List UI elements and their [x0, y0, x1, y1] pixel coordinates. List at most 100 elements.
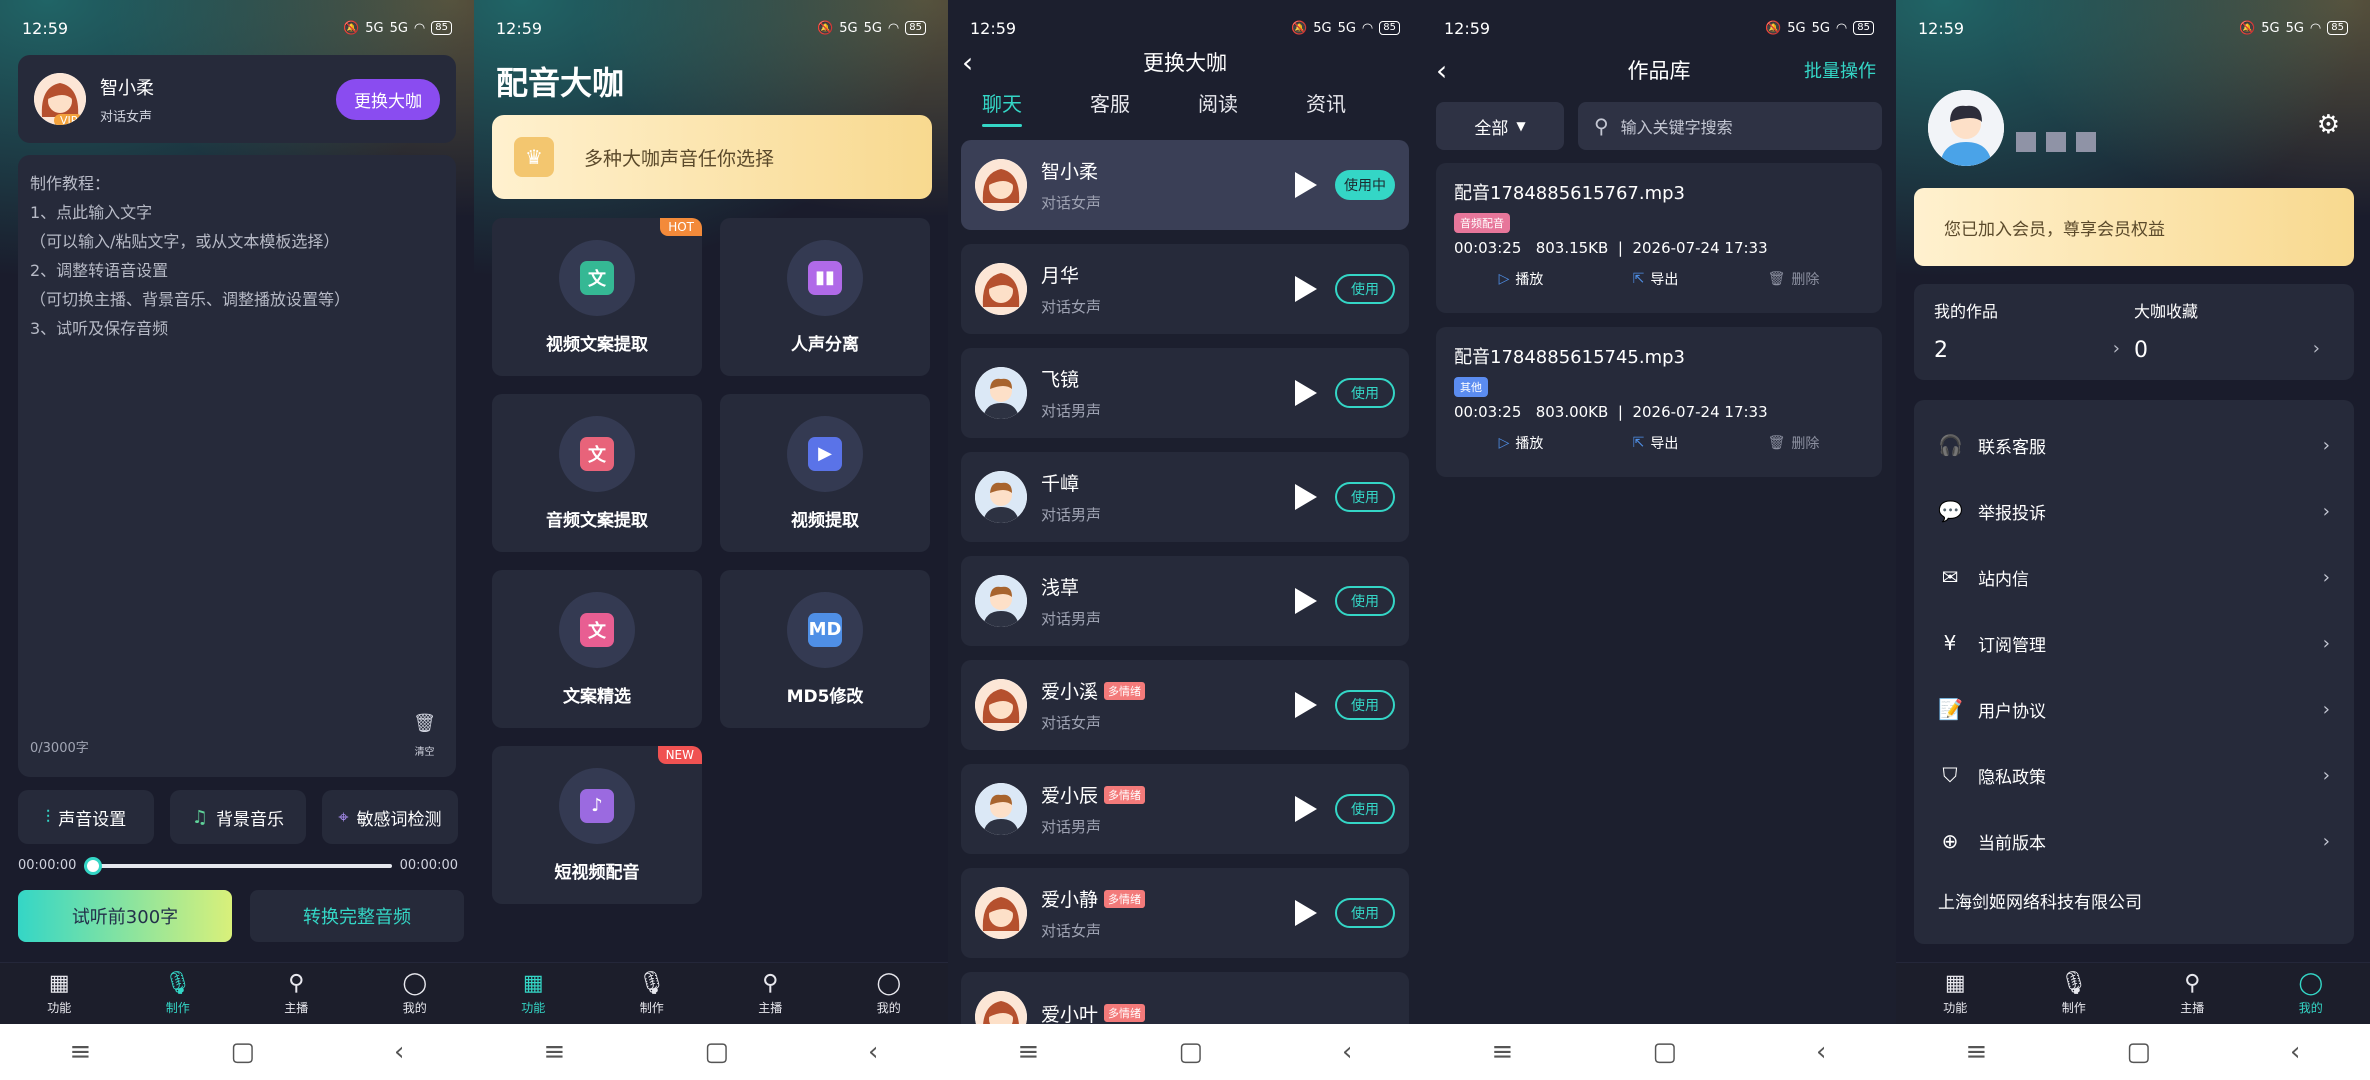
tab-mine[interactable]: ◯ 我的: [375, 971, 455, 1016]
voice-row[interactable]: 飞镜 对话男声 使用: [961, 348, 1409, 438]
tab-mine[interactable]: ◯ 我的: [2271, 971, 2351, 1016]
gear-icon[interactable]: ⚙: [2317, 110, 2340, 140]
home-icon[interactable]: ▢: [2126, 1037, 2151, 1067]
use-button[interactable]: 使用: [1335, 586, 1395, 616]
tab-label: 制作: [639, 1001, 664, 1015]
search-input[interactable]: ⚲ 输入关键字搜索: [1578, 102, 1882, 150]
menu-report[interactable]: 💬 举报投诉 ›: [1938, 478, 2330, 544]
sensitive-check-button[interactable]: ⌖ 敏感词检测: [322, 790, 458, 844]
bg-music-button[interactable]: ♫ 背景音乐: [170, 790, 306, 844]
back-icon[interactable]: ‹: [2290, 1037, 2300, 1067]
tab-feature[interactable]: ▦ 功能: [1915, 971, 1995, 1016]
back-icon[interactable]: ‹: [1816, 1037, 1826, 1067]
menu-contact[interactable]: 🎧 联系客服 ›: [1938, 412, 2330, 478]
back-icon[interactable]: ‹: [394, 1037, 404, 1067]
change-voice-button[interactable]: 更换大咖: [336, 78, 440, 120]
home-icon[interactable]: ▢: [230, 1037, 255, 1067]
feature-card[interactable]: MD MD5修改: [720, 570, 930, 728]
voice-banner[interactable]: ♛ 多种大咖声音任你选择: [492, 115, 932, 199]
feature-card[interactable]: 文文案精选: [492, 570, 702, 728]
menu-icon[interactable]: ≡: [1018, 1037, 1040, 1067]
feature-card[interactable]: ▮▮ 人声分离: [720, 218, 930, 376]
voice-row[interactable]: 月华 对话女声 使用: [961, 244, 1409, 334]
tab-production[interactable]: 🎙 制作: [138, 971, 218, 1016]
menu-version[interactable]: ⊕ 当前版本 ›: [1938, 808, 2330, 874]
work-card[interactable]: 配音1784885615745.mp3 其他 00:03:25 803.00KB…: [1436, 327, 1882, 477]
play-button[interactable]: ▷ 播放: [1499, 433, 1544, 453]
export-button[interactable]: ⇱ 导出: [1633, 269, 1679, 289]
use-button[interactable]: 使用: [1335, 378, 1395, 408]
tab-anchor[interactable]: ⚲ 主播: [256, 971, 336, 1016]
feature-card[interactable]: HOT 文视频文案提取: [492, 218, 702, 376]
menu-icon[interactable]: ≡: [544, 1037, 566, 1067]
tab-feature[interactable]: ▦ 功能: [19, 971, 99, 1016]
voice-row[interactable]: 千嶂 对话男声 使用: [961, 452, 1409, 542]
play-icon[interactable]: [1295, 484, 1317, 510]
feature-card[interactable]: 文音频文案提取: [492, 394, 702, 552]
tab-read[interactable]: 阅读: [1198, 88, 1306, 117]
home-icon[interactable]: ▢: [704, 1037, 729, 1067]
feature-card[interactable]: NEW ♪ 短视频配音: [492, 746, 702, 904]
delete-button[interactable]: 🗑 删除: [1768, 433, 1820, 453]
play-icon[interactable]: [1295, 380, 1317, 406]
menu-agreement[interactable]: 📝 用户协议 ›: [1938, 676, 2330, 742]
back-icon[interactable]: ‹: [868, 1037, 878, 1067]
play-icon[interactable]: [1295, 692, 1317, 718]
use-button[interactable]: 使用: [1335, 274, 1395, 304]
tab-news[interactable]: 资讯: [1306, 88, 1414, 117]
my-works-stat[interactable]: 我的作品 2 ›: [1934, 298, 2134, 366]
use-button[interactable]: 使用: [1335, 690, 1395, 720]
delete-button[interactable]: 🗑 删除: [1768, 269, 1820, 289]
home-icon[interactable]: ▢: [1652, 1037, 1677, 1067]
voice-row[interactable]: 智小柔 对话女声 使用中: [961, 140, 1409, 230]
emotion-tag: 多情绪: [1104, 785, 1146, 804]
preview-button[interactable]: 试听前300字: [18, 890, 232, 942]
filter-dropdown[interactable]: 全部 ▼: [1436, 102, 1564, 150]
back-icon[interactable]: ‹: [1436, 54, 1447, 87]
work-info: 00:03:25 803.15KB | 2026-07-24 17:33: [1454, 239, 1768, 257]
tab-mine[interactable]: ◯ 我的: [849, 971, 929, 1016]
use-button[interactable]: 使用: [1335, 482, 1395, 512]
tab-anchor[interactable]: ⚲ 主播: [2152, 971, 2232, 1016]
work-card[interactable]: 配音1784885615767.mp3 音频配音 00:03:25 803.15…: [1436, 163, 1882, 313]
voice-settings-button[interactable]: ⫶ 声音设置: [18, 790, 154, 844]
use-button[interactable]: 使用中: [1335, 170, 1395, 200]
tab-service[interactable]: 客服: [1090, 88, 1198, 117]
voice-row[interactable]: 浅草 对话男声 使用: [961, 556, 1409, 646]
voice-row[interactable]: 爱小辰 多情绪 对话男声 使用: [961, 764, 1409, 854]
menu-privacy[interactable]: ⛉ 隐私政策 ›: [1938, 742, 2331, 808]
play-icon[interactable]: [1295, 796, 1317, 822]
feature-card[interactable]: ▶ 视频提取: [720, 394, 930, 552]
tab-feature[interactable]: ▦ 功能: [493, 971, 573, 1016]
voice-row[interactable]: 爱小静 多情绪 对话女声 使用: [961, 868, 1409, 958]
play-icon[interactable]: [1295, 276, 1317, 302]
vip-banner[interactable]: 您已加入会员，尊享会员权益: [1914, 188, 2354, 266]
home-icon[interactable]: ▢: [1178, 1037, 1203, 1067]
progress-slider[interactable]: [84, 856, 392, 875]
menu-icon[interactable]: ≡: [1492, 1037, 1514, 1067]
profile-header[interactable]: [1928, 90, 2096, 166]
tab-anchor[interactable]: ⚲ 主播: [730, 971, 810, 1016]
back-icon[interactable]: ‹: [1342, 1037, 1352, 1067]
use-button[interactable]: 使用: [1335, 794, 1395, 824]
menu-icon[interactable]: ≡: [1966, 1037, 1988, 1067]
batch-button[interactable]: 批量操作: [1804, 57, 1876, 83]
tab-production[interactable]: 🎙 制作: [2034, 971, 2114, 1016]
voice-row[interactable]: 爱小溪 多情绪 对话女声 使用: [961, 660, 1409, 750]
favorites-stat[interactable]: 大咖收藏 0 ›: [2134, 298, 2334, 366]
tab-production[interactable]: 🎙 制作: [612, 971, 692, 1016]
menu-icon[interactable]: ≡: [70, 1037, 92, 1067]
play-icon[interactable]: [1295, 588, 1317, 614]
menu-subscription[interactable]: ¥ 订阅管理 ›: [1938, 610, 2330, 676]
tab-chat[interactable]: 聊天: [982, 88, 1090, 127]
play-icon[interactable]: [1295, 172, 1317, 198]
use-button[interactable]: 使用: [1335, 898, 1395, 928]
text-input-area[interactable]: 制作教程： 1、点此输入文字 （可以输入/粘贴文字，或从文本模板选择） 2、调整…: [18, 155, 456, 777]
convert-button[interactable]: 转换完整音频: [250, 890, 464, 942]
clear-button[interactable]: 🗑 清空: [413, 709, 436, 767]
play-icon[interactable]: [1295, 900, 1317, 926]
play-button[interactable]: ▷ 播放: [1499, 269, 1544, 289]
menu-inbox[interactable]: ✉ 站内信 ›: [1938, 544, 2330, 610]
slider-knob[interactable]: [84, 856, 103, 875]
export-button[interactable]: ⇱ 导出: [1633, 433, 1679, 453]
